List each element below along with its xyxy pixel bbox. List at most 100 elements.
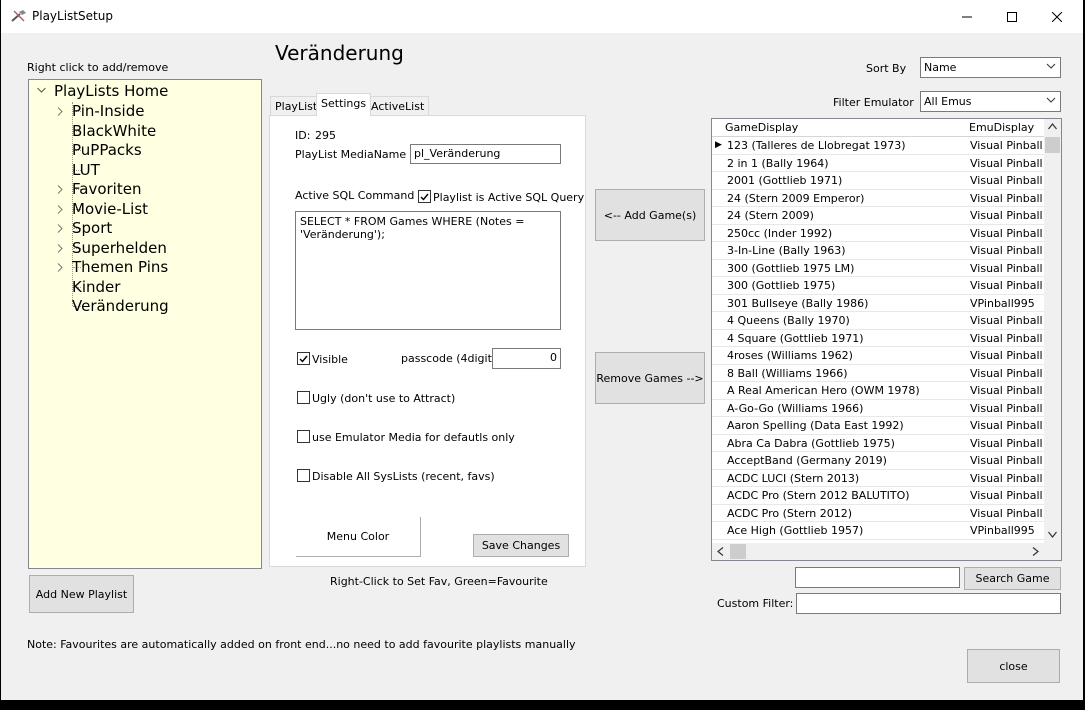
cell-gamedisplay[interactable]: 300 (Gottlieb 1975 LM) [727,262,967,275]
table-row[interactable]: A-Go-Go (Williams 1966) Visual Pinball X [712,400,1046,417]
cell-emudisplay[interactable]: Visual Pinball X [970,157,1046,170]
scroll-left-icon[interactable] [717,547,724,556]
search-game-input[interactable] [795,567,960,588]
cell-gamedisplay[interactable]: 4roses (Williams 1962) [727,349,967,362]
table-row[interactable]: 250cc (Inder 1992) Visual Pinball X [712,225,1046,242]
chevron-right-icon[interactable] [57,263,63,272]
cell-emudisplay[interactable]: Visual Pinball X [970,472,1046,485]
table-row[interactable]: ACDC Pro (Stern 2012) Visual Pinball X [712,505,1046,522]
sort-by-select[interactable]: Name [920,57,1061,78]
cell-emudisplay[interactable]: Visual Pinball X [970,314,1046,327]
cell-gamedisplay[interactable]: 300 (Gottlieb 1975) [727,279,967,292]
cell-gamedisplay[interactable]: Aaron Spelling (Data East 1992) [727,419,967,432]
cell-gamedisplay[interactable]: A-Go-Go (Williams 1966) [727,402,967,415]
cell-emudisplay[interactable]: Visual Pinball X [970,454,1046,467]
emulator-media-checkbox[interactable] [297,430,310,443]
cell-emudisplay[interactable]: Visual Pinball X [970,437,1046,450]
table-row[interactable]: ACDC LUCI (Stern 2013) Visual Pinball X [712,470,1046,487]
save-changes-button[interactable]: Save Changes [473,534,569,557]
cell-emudisplay[interactable]: Visual Pinball X [970,367,1046,380]
table-row[interactable]: 24 (Stern 2009 Emperor) Visual Pinball X [712,190,1046,207]
cell-emudisplay[interactable]: Visual Pinball X [970,244,1046,257]
horizontal-scroll-thumb[interactable] [730,544,746,559]
cell-gamedisplay[interactable]: 250cc (Inder 1992) [727,227,967,240]
cell-emudisplay[interactable]: VPinball995 [970,297,1046,310]
sql-command-textarea[interactable]: SELECT * FROM Games WHERE (Notes = 'Verä… [295,211,561,330]
cell-emudisplay[interactable]: Visual Pinball X [970,332,1046,345]
cell-gamedisplay[interactable]: 301 Bullseye (Bally 1986) [727,297,967,310]
cell-emudisplay[interactable]: Visual Pinball X [970,174,1046,187]
chevron-right-icon[interactable] [57,243,63,253]
table-row[interactable]: A Real American Hero (OWM 1978) Visual Pi… [712,382,1046,400]
table-row[interactable]: 4roses (Williams 1962) Visual Pinball X [712,347,1046,365]
cell-gamedisplay[interactable]: 24 (Stern 2009) [727,209,967,222]
games-grid[interactable]: GameDisplay EmuDisplay ▶ 123 (Talleres de… [711,118,1062,561]
scroll-down-icon[interactable] [1048,531,1057,538]
cell-emudisplay[interactable]: Visual Pinball X [970,507,1046,520]
table-row[interactable]: Abra Ca Dabra (Gottlieb 1975) Visual Pinb… [712,435,1046,452]
search-game-button[interactable]: Search Game [964,567,1061,590]
cell-gamedisplay[interactable]: A Real American Hero (OWM 1978) [727,384,967,397]
table-row[interactable]: 4 Square (Gottlieb 1971) Visual Pinball X [712,330,1046,347]
cell-emudisplay[interactable]: Visual Pinball X [970,227,1046,240]
cell-gamedisplay[interactable]: Ace High (Gottlieb 1957) [727,524,967,537]
table-row[interactable]: 3-In-Line (Bally 1963) Visual Pinball X [712,242,1046,260]
cell-gamedisplay[interactable]: 2 in 1 (Bally 1964) [727,157,967,170]
custom-filter-input[interactable] [796,593,1061,614]
visible-checkbox[interactable] [297,352,310,365]
cell-emudisplay[interactable]: Visual Pinball X [970,279,1046,292]
add-new-playlist-button[interactable]: Add New Playlist [29,575,134,613]
vertical-scroll-thumb[interactable] [1045,137,1060,153]
menu-color-button[interactable]: Menu Color [296,517,421,557]
cell-gamedisplay[interactable]: 8 Ball (Williams 1966) [727,367,967,380]
ugly-checkbox[interactable] [297,391,310,404]
cell-emudisplay[interactable]: Visual Pinball X [970,139,1046,152]
cell-emudisplay[interactable]: Visual Pinball X [970,384,1046,397]
cell-gamedisplay[interactable]: 4 Queens (Bally 1970) [727,314,967,327]
cell-gamedisplay[interactable]: 4 Square (Gottlieb 1971) [727,332,967,345]
cell-gamedisplay[interactable]: ACDC Pro (Stern 2012 BALUTITO) [727,489,967,502]
table-row[interactable]: 2 in 1 (Bally 1964) Visual Pinball X [712,155,1046,172]
table-row[interactable]: 4 Queens (Bally 1970) Visual Pinball X [712,312,1046,330]
sql-query-checkbox[interactable] [418,190,431,203]
cell-gamedisplay[interactable]: ACDC Pro (Stern 2012) [727,507,967,520]
tab-activelist[interactable]: ActiveList [366,96,430,116]
add-games-button[interactable]: <-- Add Game(s) [595,189,705,241]
chevron-right-icon[interactable] [57,185,63,194]
chevron-right-icon[interactable] [57,224,63,233]
cell-emudisplay[interactable]: Visual Pinball X [970,402,1046,415]
cell-emudisplay[interactable]: Visual Pinball X [970,262,1046,275]
cell-gamedisplay[interactable]: AcceptBand (Germany 2019) [727,454,967,467]
table-row[interactable]: ACDC Pro (Stern 2012 BALUTITO) Visual Pin… [712,487,1046,505]
table-row[interactable]: 300 (Gottlieb 1975) Visual Pinball X [712,277,1046,295]
cell-emudisplay[interactable]: Visual Pinball X [970,419,1046,432]
cell-emudisplay[interactable]: VPinball995 [970,524,1046,537]
column-header-gamedisplay[interactable]: GameDisplay [725,121,798,134]
passcode-input[interactable]: 0 [492,348,561,369]
tab-playlist[interactable]: PlayList [270,96,323,116]
cell-gamedisplay[interactable]: 3-In-Line (Bally 1963) [727,244,967,257]
table-row[interactable]: 301 Bullseye (Bally 1986) VPinball995 [712,295,1046,312]
maximize-button[interactable] [989,0,1035,33]
cell-gamedisplay[interactable]: ACDC LUCI (Stern 2013) [727,472,967,485]
cell-gamedisplay[interactable]: 2001 (Gottlieb 1971) [727,174,967,187]
disable-syslists-checkbox[interactable] [297,469,310,482]
table-row[interactable]: ▶ 123 (Talleres de Llobregat 1973) Visual … [712,137,1046,155]
cell-gamedisplay[interactable]: 24 (Stern 2009 Emperor) [727,192,967,205]
cell-emudisplay[interactable]: Visual Pinball X [970,349,1046,362]
tab-settings[interactable]: Settings [316,93,372,116]
chevron-right-icon[interactable] [57,204,63,214]
cell-emudisplay[interactable]: Visual Pinball X [970,209,1046,222]
table-row[interactable]: AcceptBand (Germany 2019) Visual Pinball … [712,452,1046,470]
filter-emulator-select[interactable]: All Emus [920,91,1061,112]
table-row[interactable]: Aaron Spelling (Data East 1992) Visual Pi… [712,417,1046,435]
playlist-tree[interactable]: PlayLists Home Pin-Inside BlackWhite PuPPa… [28,79,262,569]
table-row[interactable]: 24 (Stern 2009) Visual Pinball X [712,207,1046,225]
cell-emudisplay[interactable]: Visual Pinball X [970,192,1046,205]
column-header-emudisplay[interactable]: EmuDisplay [969,121,1034,134]
table-row[interactable]: 8 Ball (Williams 1966) Visual Pinball X [712,365,1046,382]
table-row[interactable]: 300 (Gottlieb 1975 LM) Visual Pinball X [712,260,1046,277]
table-row[interactable]: Ace High (Gottlieb 1957) VPinball995 [712,522,1045,540]
close-window-button[interactable] [1034,0,1080,33]
horizontal-scrollbar[interactable] [712,543,1061,560]
